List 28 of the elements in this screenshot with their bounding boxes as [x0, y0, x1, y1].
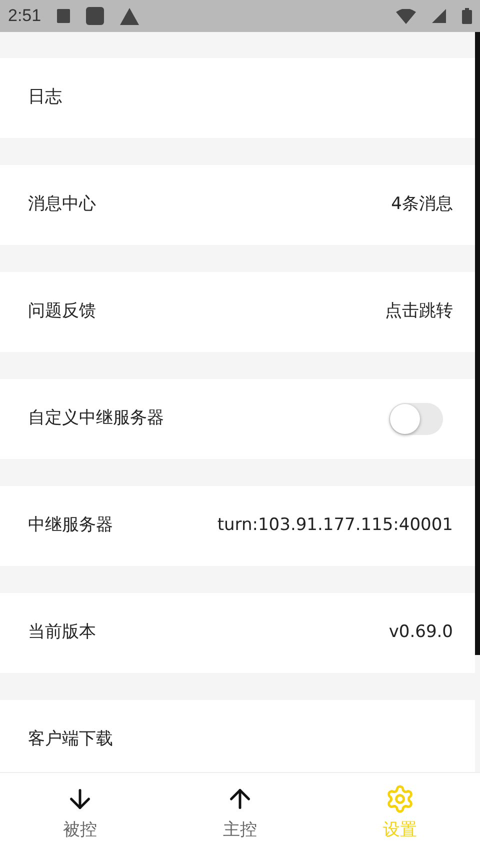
- settings-row[interactable]: 中继服务器 turn:103.91.177.115:40001: [0, 486, 475, 566]
- wifi-icon: [396, 8, 416, 24]
- settings-row[interactable]: 消息中心 4条消息: [0, 165, 475, 245]
- setting-value: 点击跳转: [385, 300, 453, 324]
- battery-icon: [462, 8, 472, 24]
- settings-row[interactable]: 自定义中继服务器: [0, 379, 475, 459]
- nav-tab[interactable]: 主控: [160, 773, 320, 854]
- app-icon: [86, 7, 104, 25]
- setting-label: 问题反馈: [28, 300, 96, 324]
- settings-icon: [385, 784, 415, 814]
- toggle-switch[interactable]: [389, 403, 443, 435]
- status-time: 2:51: [8, 5, 42, 28]
- setting-value: turn:103.91.177.115:40001: [217, 514, 453, 538]
- nav-tab[interactable]: 被控: [0, 773, 160, 854]
- setting-label: 消息中心: [28, 193, 96, 216]
- warning-icon: [120, 8, 140, 24]
- signal-icon: [432, 9, 446, 23]
- settings-row[interactable]: 客户端下载: [0, 700, 475, 772]
- setting-label: 中继服务器: [28, 514, 113, 538]
- setting-label: 自定义中继服务器: [28, 407, 164, 430]
- setting-label: 客户端下载: [28, 728, 113, 752]
- setting-label: 当前版本: [28, 621, 96, 644]
- setting-value: v0.69.0: [388, 621, 453, 644]
- setting-label: 日志: [28, 86, 62, 110]
- settings-row[interactable]: 日志: [0, 58, 475, 138]
- settings-row[interactable]: 问题反馈 点击跳转: [0, 272, 475, 352]
- settings-row[interactable]: 当前版本 v0.69.0: [0, 593, 475, 673]
- setting-value: 4条消息: [391, 193, 453, 216]
